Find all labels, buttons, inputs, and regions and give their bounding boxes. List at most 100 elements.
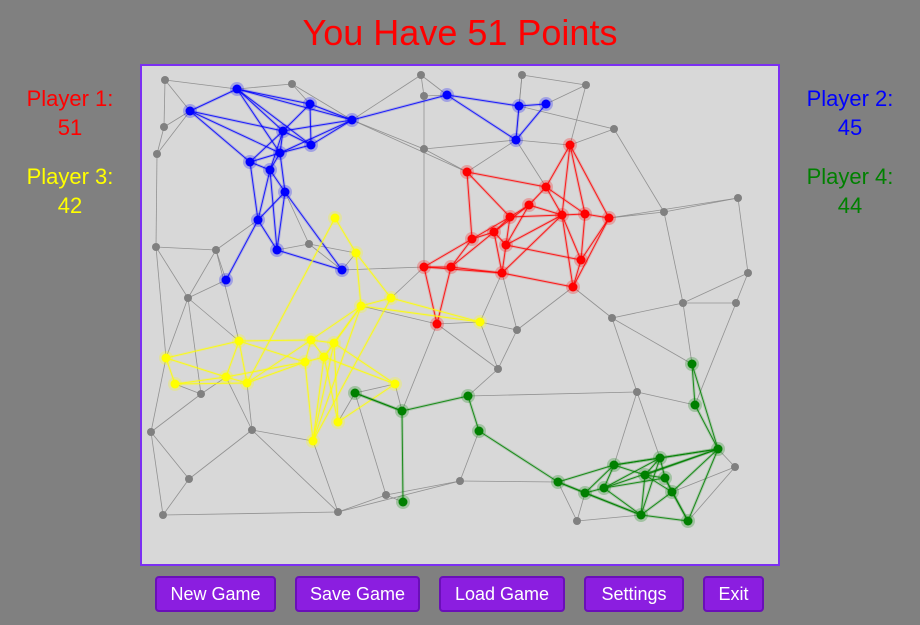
owned-node[interactable] <box>308 436 318 446</box>
neutral-node[interactable] <box>610 125 618 133</box>
owned-node[interactable] <box>185 106 195 116</box>
owned-node[interactable] <box>640 470 650 480</box>
owned-node[interactable] <box>419 262 429 272</box>
owned-node[interactable] <box>300 357 310 367</box>
owned-node[interactable] <box>275 148 285 158</box>
neutral-node[interactable] <box>197 390 205 398</box>
neutral-node[interactable] <box>608 314 616 322</box>
owned-node[interactable] <box>280 187 290 197</box>
owned-node[interactable] <box>568 282 578 292</box>
owned-node[interactable] <box>397 406 407 416</box>
neutral-node[interactable] <box>494 365 502 373</box>
neutral-node[interactable] <box>734 194 742 202</box>
owned-node[interactable] <box>599 483 609 493</box>
owned-node[interactable] <box>475 317 485 327</box>
neutral-node[interactable] <box>660 208 668 216</box>
settings-button[interactable]: Settings <box>584 576 684 612</box>
neutral-node[interactable] <box>679 299 687 307</box>
neutral-node[interactable] <box>417 71 425 79</box>
owned-node[interactable] <box>170 379 180 389</box>
neutral-node[interactable] <box>456 477 464 485</box>
owned-node[interactable] <box>253 215 263 225</box>
owned-node[interactable] <box>511 135 521 145</box>
owned-node[interactable] <box>446 262 456 272</box>
owned-node[interactable] <box>690 400 700 410</box>
owned-node[interactable] <box>245 157 255 167</box>
owned-node[interactable] <box>557 210 567 220</box>
new-game-button[interactable]: New Game <box>155 576 276 612</box>
owned-node[interactable] <box>386 293 396 303</box>
owned-node[interactable] <box>565 140 575 150</box>
owned-node[interactable] <box>489 227 499 237</box>
owned-node[interactable] <box>514 101 524 111</box>
save-game-button[interactable]: Save Game <box>295 576 420 612</box>
owned-node[interactable] <box>351 248 361 258</box>
neutral-node[interactable] <box>744 269 752 277</box>
owned-node[interactable] <box>242 378 252 388</box>
owned-node[interactable] <box>350 388 360 398</box>
neutral-node[interactable] <box>334 508 342 516</box>
owned-node[interactable] <box>356 301 366 311</box>
owned-node[interactable] <box>432 319 442 329</box>
neutral-node[interactable] <box>288 80 296 88</box>
neutral-node[interactable] <box>147 428 155 436</box>
exit-button[interactable]: Exit <box>703 576 764 612</box>
owned-node[interactable] <box>541 182 551 192</box>
owned-node[interactable] <box>329 338 339 348</box>
neutral-node[interactable] <box>153 150 161 158</box>
owned-node[interactable] <box>667 487 677 497</box>
owned-node[interactable] <box>306 335 316 345</box>
owned-node[interactable] <box>687 359 697 369</box>
neutral-node[interactable] <box>185 475 193 483</box>
owned-node[interactable] <box>467 234 477 244</box>
owned-node[interactable] <box>580 209 590 219</box>
owned-node[interactable] <box>576 255 586 265</box>
neutral-node[interactable] <box>573 517 581 525</box>
owned-node[interactable] <box>234 336 244 346</box>
neutral-node[interactable] <box>731 463 739 471</box>
owned-node[interactable] <box>655 453 665 463</box>
owned-node[interactable] <box>337 265 347 275</box>
owned-node[interactable] <box>524 200 534 210</box>
neutral-node[interactable] <box>161 76 169 84</box>
game-board[interactable] <box>140 64 780 566</box>
owned-node[interactable] <box>333 417 343 427</box>
owned-node[interactable] <box>713 444 723 454</box>
owned-node[interactable] <box>501 240 511 250</box>
owned-node[interactable] <box>462 167 472 177</box>
owned-node[interactable] <box>161 353 171 363</box>
owned-node[interactable] <box>221 372 231 382</box>
owned-node[interactable] <box>660 473 670 483</box>
owned-node[interactable] <box>347 115 357 125</box>
neutral-node[interactable] <box>420 92 428 100</box>
owned-node[interactable] <box>609 460 619 470</box>
owned-node[interactable] <box>463 391 473 401</box>
load-game-button[interactable]: Load Game <box>439 576 565 612</box>
graph-nodes[interactable] <box>147 71 752 528</box>
neutral-node[interactable] <box>160 123 168 131</box>
neutral-node[interactable] <box>420 145 428 153</box>
neutral-node[interactable] <box>518 71 526 79</box>
neutral-node[interactable] <box>633 388 641 396</box>
owned-node[interactable] <box>553 477 563 487</box>
neutral-node[interactable] <box>152 243 160 251</box>
neutral-node[interactable] <box>582 81 590 89</box>
owned-node[interactable] <box>221 275 231 285</box>
owned-node[interactable] <box>497 268 507 278</box>
neutral-node[interactable] <box>212 246 220 254</box>
neutral-node[interactable] <box>513 326 521 334</box>
neutral-node[interactable] <box>184 294 192 302</box>
owned-node[interactable] <box>390 379 400 389</box>
owned-node[interactable] <box>278 126 288 136</box>
owned-node[interactable] <box>232 84 242 94</box>
owned-node[interactable] <box>636 510 646 520</box>
owned-node[interactable] <box>474 426 484 436</box>
owned-node[interactable] <box>505 212 515 222</box>
owned-node[interactable] <box>683 516 693 526</box>
graph-canvas[interactable] <box>142 66 778 564</box>
owned-node[interactable] <box>265 165 275 175</box>
neutral-node[interactable] <box>159 511 167 519</box>
neutral-node[interactable] <box>248 426 256 434</box>
owned-node[interactable] <box>604 213 614 223</box>
owned-node[interactable] <box>305 99 315 109</box>
